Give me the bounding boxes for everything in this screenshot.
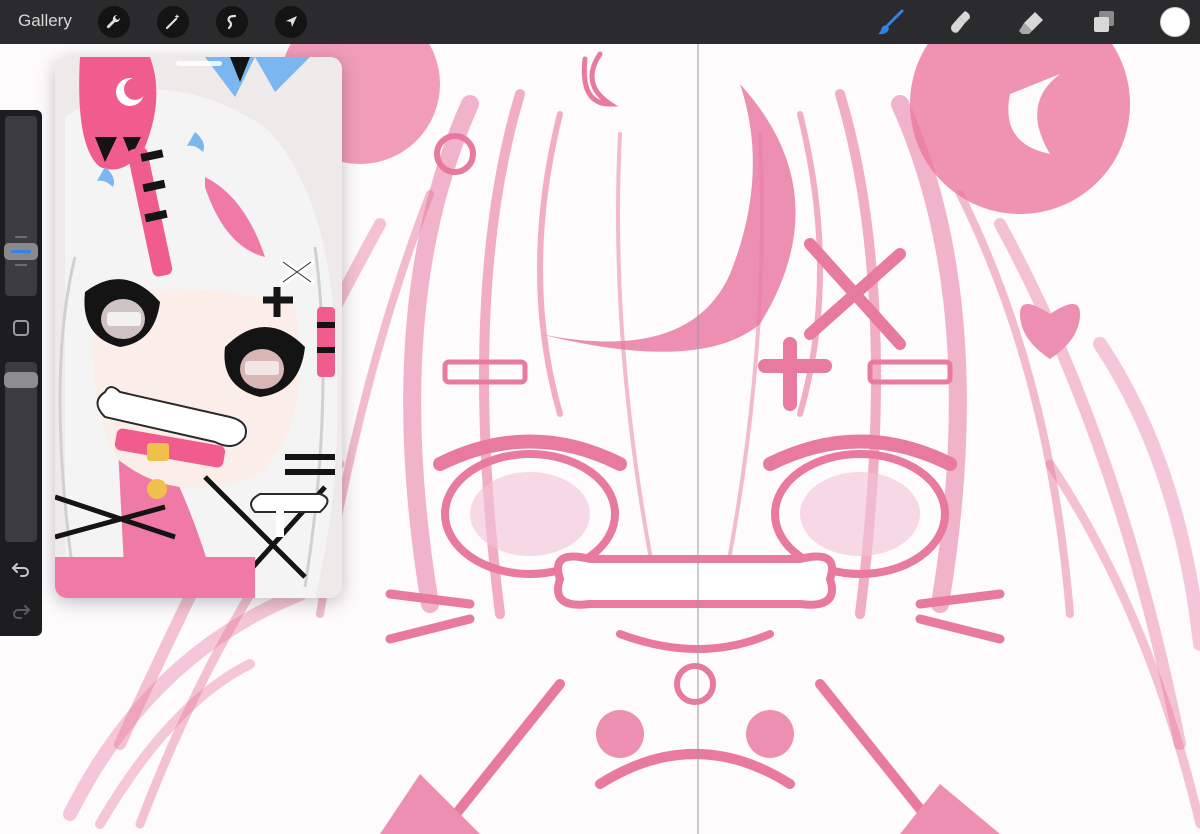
brush-icon <box>878 9 904 35</box>
redo-arrow-icon <box>13 605 31 619</box>
selection-icon <box>227 14 237 30</box>
transform-arrow-icon <box>286 16 297 27</box>
wrench-icon <box>106 14 121 29</box>
smudge-icon <box>951 11 970 33</box>
left-sidebar <box>0 110 42 636</box>
smudge-tool-button[interactable] <box>946 7 976 37</box>
eraser-icon <box>1019 12 1043 34</box>
magic-wand-icon <box>165 14 180 30</box>
reference-drag-handle[interactable] <box>176 61 222 66</box>
brush-size-thumb[interactable] <box>4 243 38 260</box>
eraser-tool-button[interactable] <box>1017 7 1047 37</box>
opacity-thumb[interactable] <box>4 372 38 388</box>
brush-size-slider[interactable] <box>5 116 37 296</box>
adjustments-button[interactable] <box>157 6 189 38</box>
opacity-slider[interactable] <box>5 362 37 542</box>
color-picker-button[interactable] <box>1160 7 1190 37</box>
gallery-button[interactable]: Gallery <box>18 11 72 31</box>
layers-button[interactable] <box>1089 7 1119 37</box>
undo-arrow-icon <box>11 563 29 577</box>
top-toolbar: Gallery <box>0 0 1200 44</box>
modify-button[interactable] <box>11 318 31 338</box>
layers-icon <box>1094 11 1114 32</box>
actions-button[interactable] <box>98 6 130 38</box>
selection-button[interactable] <box>216 6 248 38</box>
square-icon <box>13 320 29 336</box>
reference-image <box>55 57 342 598</box>
undo-button[interactable] <box>11 558 31 578</box>
reference-window[interactable] <box>55 57 342 598</box>
redo-button[interactable] <box>11 600 31 620</box>
brush-tool-button[interactable] <box>876 7 906 37</box>
transform-button[interactable] <box>275 6 307 38</box>
